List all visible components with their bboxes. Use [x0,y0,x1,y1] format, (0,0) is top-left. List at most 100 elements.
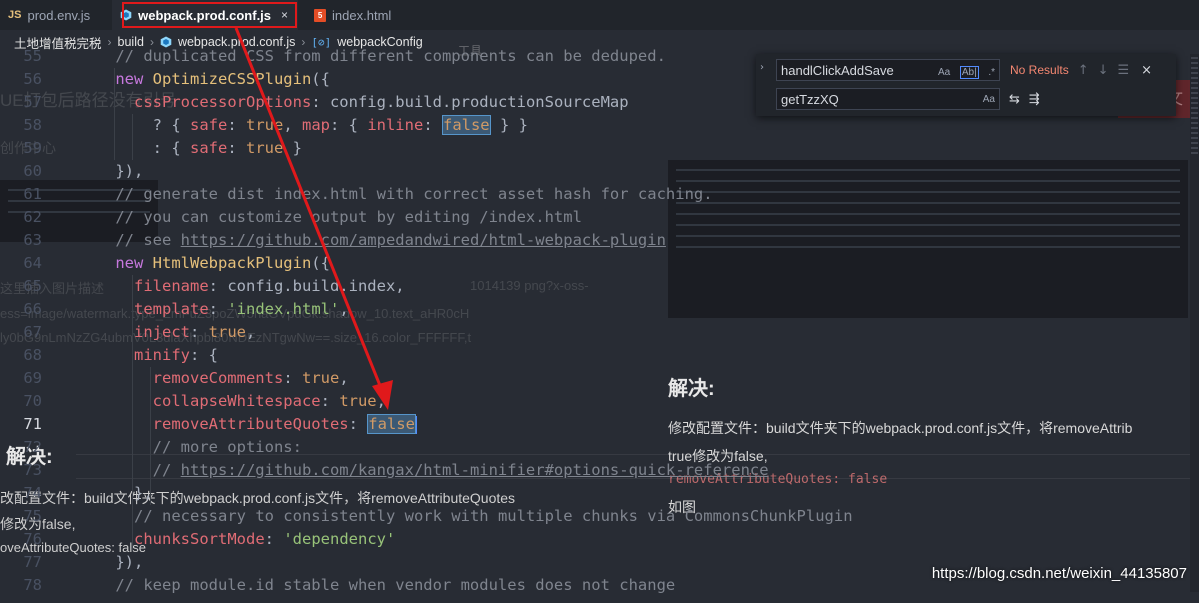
code-token: collapseWhitespace [152,392,321,410]
text-cursor [415,415,417,434]
breadcrumb-item-build[interactable]: build [118,35,144,49]
replace-all-icon[interactable]: ⇶ [1029,92,1040,107]
code-text: new OptimizeCSSPlugin({ [78,70,330,88]
code-token: https://github.com/ampedandwired/html-we… [180,231,666,249]
replace-input[interactable]: getTzzXQ Aa [776,88,1000,110]
code-text: filename: config.build.index, [78,277,405,295]
code-token: ({ [311,254,330,272]
code-token: : { [190,346,218,364]
code-line[interactable]: 75 // necessary to consistently work wit… [0,505,852,528]
find-in-selection-icon[interactable]: ☰ [1118,63,1130,78]
code-token: true [339,392,377,410]
code-line[interactable]: 70 collapseWhitespace: true, [0,390,386,413]
line-number: 73 [23,461,42,479]
code-text: collapseWhitespace: true, [78,392,386,410]
code-text: : { safe: true } [78,139,302,157]
code-text: // generate dist index.html with correct… [78,185,712,203]
code-token: }), [115,553,144,571]
html5-file-icon: 5 [314,8,327,22]
highlighted-token: false [367,414,416,434]
code-token: true [245,116,284,134]
code-line[interactable]: 59 : { safe: true } [0,137,302,160]
code-token: // more options: [152,438,302,456]
line-number: 67 [23,323,42,341]
match-whole-word-icon[interactable]: Ab| [959,65,979,79]
breadcrumb-item-project[interactable]: 土地增值税完税 [14,33,102,52]
code-line[interactable]: 68 minify: { [0,344,218,367]
code-line[interactable]: 71 removeAttributeQuotes: false [0,413,417,436]
preserve-case-icon[interactable]: Aa [983,94,995,105]
code-text: new HtmlWebpackPlugin({ [78,254,330,272]
code-token: , [339,300,349,318]
next-match-icon[interactable]: ↓ [1098,63,1109,78]
close-icon[interactable]: × [281,8,288,22]
code-token: https://github.com/kangax/html-minifier#… [180,461,769,479]
code-token: , [376,392,386,410]
tab-webpack-prod-conf-js[interactable]: webpack.prod.conf.js × [112,0,299,30]
line-number: 60 [23,162,42,180]
find-row: handlClickAddSave Aa Ab| .* No Results ↑… [776,58,1152,82]
code-text: // https://github.com/kangax/html-minifi… [78,461,769,479]
code-token: // [152,461,181,479]
line-number: 77 [23,553,42,571]
code-text: inject: true, [78,323,255,341]
code-editor[interactable]: 55 // duplicated CSS from different comp… [0,43,1196,603]
code-text: // you can customize output by editing /… [78,208,582,226]
code-line[interactable]: 58 ? { safe: true, map: { inline: false … [0,114,528,137]
code-token: // keep module.id stable when vendor mod… [115,576,676,594]
code-line[interactable]: 78 // keep module.id stable when vendor … [0,574,675,597]
match-case-icon[interactable]: Aa [938,67,950,78]
code-text: // keep module.id stable when vendor mod… [78,576,675,594]
code-token: filename [134,277,209,295]
line-number: 66 [23,300,42,318]
code-token: true [301,369,340,387]
code-token: inject [134,323,190,341]
code-text: template: 'index.html', [78,300,349,318]
code-line[interactable]: 57 cssProcessorOptions: config.build.pro… [0,91,628,114]
code-line[interactable]: 77 }), [0,551,143,574]
indent-guide [150,367,151,505]
code-token: : [264,530,284,548]
code-line[interactable]: 67 inject: true, [0,321,255,344]
breadcrumb-item-symbol[interactable]: webpackConfig [337,35,422,49]
code-line[interactable]: 60 }), [0,160,143,183]
tab-prod-env-js[interactable]: JS prod.env.js [0,0,100,30]
tab-label: prod.env.js [27,7,91,23]
indent-guide [114,68,115,160]
code-token: }), [115,162,144,180]
breadcrumb-separator: › [301,35,306,49]
code-line[interactable]: 66 template: 'index.html', [0,298,349,321]
code-line[interactable]: 61 // generate dist index.html with corr… [0,183,712,206]
code-token: safe [189,116,228,134]
minimap[interactable] [1190,54,1199,592]
code-token: map [301,116,330,134]
code-line[interactable]: 63 // see https://github.com/ampedandwir… [0,229,666,252]
code-token: : [283,369,302,387]
code-line[interactable]: 74 }, [0,482,153,505]
code-token: new [115,254,153,272]
toggle-replace-icon[interactable]: › [760,62,764,73]
previous-match-icon[interactable]: ↑ [1078,63,1089,78]
code-line[interactable]: 73 // https://github.com/kangax/html-min… [0,459,769,482]
breadcrumb: 土地增值税完税 › build › webpack.prod.conf.js ›… [0,30,1199,54]
find-input[interactable]: handlClickAddSave Aa Ab| .* [776,59,1000,81]
replace-icon[interactable]: ⇆ [1009,92,1020,107]
code-line[interactable]: 69 removeComments: true, [0,367,348,390]
code-line[interactable]: 62 // you can customize output by editin… [0,206,582,229]
code-line[interactable]: 65 filename: config.build.index, [0,275,405,298]
close-icon[interactable]: × [1141,63,1152,78]
line-number: 72 [23,438,42,456]
code-token: : [348,415,368,433]
tab-index-html[interactable]: 5 index.html [306,0,401,30]
code-token: OptimizeCSSPlugin [152,70,312,88]
code-line[interactable]: 64 new HtmlWebpackPlugin({ [0,252,330,275]
code-line[interactable]: 56 new OptimizeCSSPlugin({ [0,68,330,91]
code-token: template [134,300,209,318]
breadcrumb-item-file[interactable]: webpack.prod.conf.js [178,35,295,49]
line-number: 59 [23,139,42,157]
find-input-value: handlClickAddSave [781,62,894,78]
find-replace-widget: › handlClickAddSave Aa Ab| .* No Results… [756,54,1176,116]
regex-icon[interactable]: .* [988,67,995,78]
code-line[interactable]: 76 chunksSortMode: 'dependency' [0,528,395,551]
code-text: }, [78,484,153,502]
